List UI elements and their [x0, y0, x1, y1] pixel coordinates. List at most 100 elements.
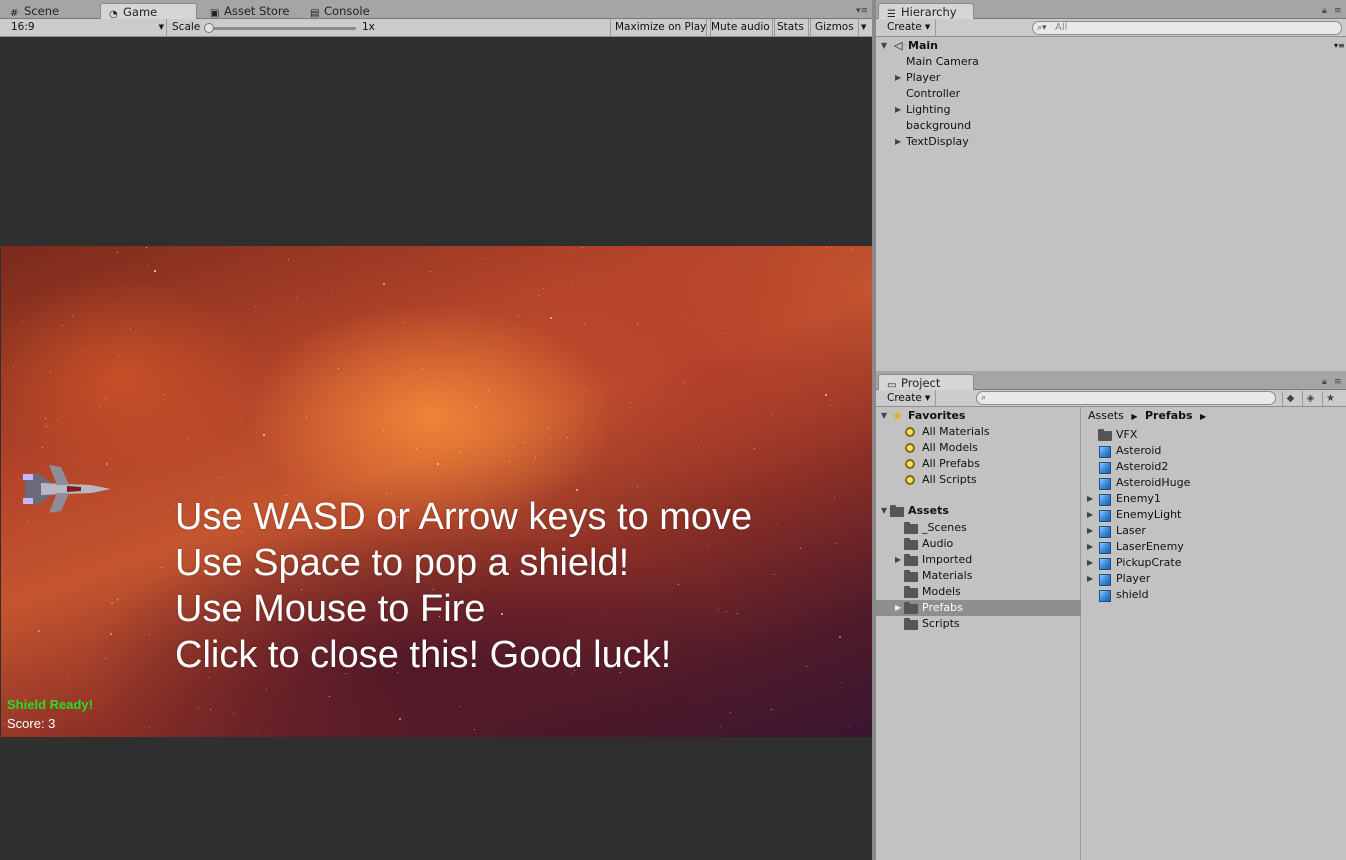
hierarchy-create-button[interactable]: Create ▼ — [882, 19, 937, 37]
prefab-item[interactable]: ▶ PickupCrate — [1082, 555, 1346, 571]
scene-menu-icon[interactable]: ▾≡ — [1334, 38, 1345, 54]
prefab-item[interactable]: Asteroid — [1082, 443, 1346, 459]
asset-folder-row[interactable]: Audio — [876, 536, 1081, 552]
prefab-item[interactable]: ▶ Enemy1 — [1082, 491, 1346, 507]
star-dot — [824, 394, 827, 397]
hierarchy-item[interactable]: ▶ TextDisplay — [876, 134, 1346, 150]
hierarchy-item[interactable]: background — [876, 118, 1346, 134]
game-screen[interactable]: Use WASD or Arrow keys to move Use Space… — [1, 246, 872, 737]
project-create-button[interactable]: Create ▼ — [882, 390, 937, 408]
star-dot — [550, 317, 553, 320]
breadcrumb-assets[interactable]: Assets — [1088, 409, 1124, 422]
expand-arrow-icon[interactable]: ▼ — [881, 408, 887, 424]
maximize-on-play-button[interactable]: Maximize on Play — [610, 19, 712, 37]
hierarchy-item[interactable]: Controller — [876, 86, 1346, 102]
expand-arrow-icon[interactable]: ▶ — [895, 134, 901, 150]
star-dot — [586, 390, 588, 392]
project-search-input[interactable]: ⌕ — [976, 391, 1276, 405]
project-create-label: Create — [887, 392, 922, 404]
expand-arrow-icon[interactable]: ▶ — [895, 600, 901, 616]
hierarchy-toolbar: Create ▼ ⌕▾ All — [876, 19, 1346, 37]
asset-folder-row[interactable]: Materials — [876, 568, 1081, 584]
hierarchy-item[interactable]: Main Camera — [876, 54, 1346, 70]
panel-menu-icon[interactable]: ≡ — [1334, 377, 1342, 387]
mute-audio-button[interactable]: Mute audio — [706, 19, 775, 37]
filter-by-type-icon[interactable]: ◆ — [1282, 391, 1298, 406]
tab-game[interactable]: ◔ Game — [100, 3, 197, 20]
star-dot — [772, 414, 774, 416]
star-dot — [429, 271, 431, 273]
favorite-item[interactable]: All Models — [876, 440, 1081, 456]
hierarchy-item[interactable]: ▶ Player — [876, 70, 1346, 86]
expand-arrow-icon[interactable]: ▶ — [895, 70, 901, 86]
scale-slider-thumb[interactable] — [204, 23, 214, 33]
expand-arrow-icon[interactable]: ▶ — [895, 552, 901, 568]
star-dot — [1, 483, 3, 485]
panel-menu-icon[interactable]: ≡ — [1334, 6, 1342, 16]
asset-folder-row[interactable]: _Scenes — [876, 520, 1081, 536]
tab-hierarchy[interactable]: ☰ Hierarchy — [878, 3, 974, 20]
hierarchy-item[interactable]: ▶ Lighting — [876, 102, 1346, 118]
prefab-item[interactable]: ▶ Player — [1082, 571, 1346, 587]
aspect-dropdown[interactable]: 16:9 ▼ — [6, 19, 166, 37]
star-dot — [313, 368, 315, 370]
tab-project[interactable]: ▭ Project — [878, 374, 974, 391]
star-dot — [109, 633, 112, 636]
expand-arrow-icon[interactable]: ▶ — [1087, 507, 1093, 523]
star-dot — [287, 259, 289, 261]
prefab-item[interactable]: VFX — [1082, 427, 1346, 443]
stats-button[interactable]: Stats — [772, 19, 809, 37]
expand-arrow-icon[interactable]: ▼ — [881, 503, 887, 519]
prefab-item[interactable]: Asteroid2 — [1082, 459, 1346, 475]
assets-header[interactable]: ▼ Assets — [876, 503, 1081, 519]
project-contents: Assets ▶ Prefabs ▶ VFX Asteroid Asteroid2 A… — [1082, 407, 1346, 860]
tab-console[interactable]: ▤ Console — [302, 3, 378, 19]
expand-arrow-icon[interactable]: ▶ — [1087, 571, 1093, 587]
gizmos-chevron-icon[interactable]: ▼ — [861, 23, 866, 31]
favorite-item-label: All Scripts — [922, 473, 977, 486]
star-dot — [436, 462, 439, 465]
prefab-item[interactable]: ▶ LaserEnemy — [1082, 539, 1346, 555]
expand-arrow-icon[interactable]: ▶ — [1087, 523, 1093, 539]
prefab-item[interactable]: AsteroidHuge — [1082, 475, 1346, 491]
asset-folder-row[interactable]: ▶ Imported — [876, 552, 1081, 568]
expand-arrow-icon[interactable]: ▶ — [895, 102, 901, 118]
prefab-item[interactable]: ▶ Laser — [1082, 523, 1346, 539]
prefab-item[interactable]: ▶ EnemyLight — [1082, 507, 1346, 523]
tab-game-label: Game — [123, 5, 158, 19]
expand-arrow-icon[interactable]: ▶ — [1087, 491, 1093, 507]
expand-arrow-icon[interactable]: ▶ — [1087, 539, 1093, 555]
tab-asset-store[interactable]: ▣ Asset Store — [202, 3, 298, 19]
asset-folder-row[interactable]: ▶ Prefabs — [876, 600, 1081, 616]
tab-scene[interactable]: # Scene — [2, 3, 67, 19]
favorite-item[interactable]: All Materials — [876, 424, 1081, 440]
filter-by-label-icon[interactable]: ◈ — [1302, 391, 1318, 406]
star-dot — [777, 523, 779, 525]
star-dot — [148, 726, 150, 728]
breadcrumb-prefabs[interactable]: Prefabs — [1145, 409, 1193, 422]
star-dot — [26, 521, 28, 523]
star-dot — [306, 416, 308, 418]
scene-root-row[interactable]: ▼ ◁ Main ▾≡ — [876, 38, 1346, 54]
lock-icon[interactable]: 🔒︎ — [1322, 6, 1327, 16]
breadcrumb-separator-icon: ▶ — [1131, 412, 1138, 421]
favorite-item[interactable]: All Scripts — [876, 472, 1081, 488]
star-dot — [50, 371, 52, 373]
star-dot — [636, 486, 638, 488]
gizmos-button[interactable]: Gizmos — [810, 19, 859, 37]
asset-folder-row[interactable]: Scripts — [876, 616, 1081, 632]
asset-folder-row[interactable]: Models — [876, 584, 1081, 600]
favorite-star-icon[interactable]: ★ — [1322, 391, 1338, 406]
star-dot — [538, 294, 540, 296]
star-dot — [230, 361, 232, 363]
favorite-item[interactable]: All Prefabs — [876, 456, 1081, 472]
panel-menu-icon[interactable]: ▾≡ — [856, 6, 868, 16]
lock-icon[interactable]: 🔒︎ — [1322, 377, 1327, 387]
favorites-header[interactable]: ▼ ★ Favorites — [876, 408, 1081, 424]
star-dot — [240, 418, 242, 420]
hierarchy-search-input[interactable]: ⌕▾ All — [1032, 21, 1342, 35]
scale-slider[interactable] — [204, 23, 356, 33]
prefab-item[interactable]: shield — [1082, 587, 1346, 603]
expand-arrow-icon[interactable]: ▶ — [1087, 555, 1093, 571]
expand-arrow-icon[interactable]: ▼ — [881, 38, 887, 54]
